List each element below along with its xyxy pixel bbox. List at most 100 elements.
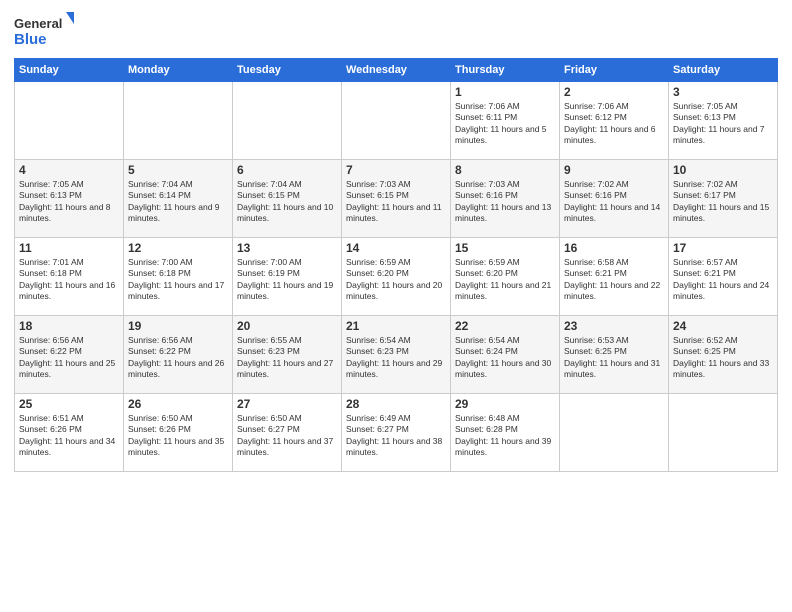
day-info: Sunrise: 6:48 AM Sunset: 6:28 PM Dayligh…: [455, 413, 555, 459]
table-cell: [560, 394, 669, 472]
table-cell: 7 Sunrise: 7:03 AM Sunset: 6:15 PM Daylig…: [342, 160, 451, 238]
logo: General Blue: [14, 10, 74, 50]
day-number: 11: [19, 241, 119, 255]
table-cell: 23 Sunrise: 6:53 AM Sunset: 6:25 PM Dayli…: [560, 316, 669, 394]
table-cell: 28 Sunrise: 6:49 AM Sunset: 6:27 PM Dayli…: [342, 394, 451, 472]
table-cell: [669, 394, 778, 472]
table-cell: 17Sunrise: 6:57 AM Sunset: 6:21 PM Dayli…: [669, 238, 778, 316]
day-info: Sunrise: 7:04 AM Sunset: 6:14 PM Dayligh…: [128, 179, 228, 225]
header-friday: Friday: [560, 59, 669, 82]
table-cell: 27 Sunrise: 6:50 AM Sunset: 6:27 PM Dayli…: [233, 394, 342, 472]
table-cell: [233, 82, 342, 160]
table-cell: 12 Sunrise: 7:00 AM Sunset: 6:18 PM Dayli…: [124, 238, 233, 316]
day-info: Sunrise: 7:02 AM Sunset: 6:17 PM Dayligh…: [673, 179, 773, 225]
day-info: Sunrise: 6:54 AM Sunset: 6:23 PM Dayligh…: [346, 335, 446, 381]
day-number: 15: [455, 241, 555, 255]
day-number: 8: [455, 163, 555, 177]
day-number: 4: [19, 163, 119, 177]
day-info: Sunrise: 6:49 AM Sunset: 6:27 PM Dayligh…: [346, 413, 446, 459]
week-row-1: 1Sunrise: 7:06 AM Sunset: 6:11 PM Daylig…: [15, 82, 778, 160]
day-number: 27: [237, 397, 337, 411]
day-info: Sunrise: 7:04 AM Sunset: 6:15 PM Dayligh…: [237, 179, 337, 225]
day-info: Sunrise: 6:51 AM Sunset: 6:26 PM Dayligh…: [19, 413, 119, 459]
table-cell: 25 Sunrise: 6:51 AM Sunset: 6:26 PM Dayli…: [15, 394, 124, 472]
svg-text:Blue: Blue: [14, 31, 47, 48]
day-number: 29: [455, 397, 555, 411]
header-thursday: Thursday: [451, 59, 560, 82]
table-cell: [124, 82, 233, 160]
day-number: 26: [128, 397, 228, 411]
day-info: Sunrise: 7:03 AM Sunset: 6:15 PM Dayligh…: [346, 179, 446, 225]
table-cell: 9Sunrise: 7:02 AM Sunset: 6:16 PM Daylig…: [560, 160, 669, 238]
day-info: Sunrise: 6:50 AM Sunset: 6:27 PM Dayligh…: [237, 413, 337, 459]
table-cell: 16 Sunrise: 6:58 AM Sunset: 6:21 PM Dayli…: [560, 238, 669, 316]
header-saturday: Saturday: [669, 59, 778, 82]
day-info: Sunrise: 7:03 AM Sunset: 6:16 PM Dayligh…: [455, 179, 555, 225]
table-cell: 3Sunrise: 7:05 AM Sunset: 6:13 PM Daylig…: [669, 82, 778, 160]
day-info: Sunrise: 6:53 AM Sunset: 6:25 PM Dayligh…: [564, 335, 664, 381]
day-number: 7: [346, 163, 446, 177]
table-cell: 4 Sunrise: 7:05 AM Sunset: 6:13 PM Daylig…: [15, 160, 124, 238]
day-number: 6: [237, 163, 337, 177]
day-info: Sunrise: 6:50 AM Sunset: 6:26 PM Dayligh…: [128, 413, 228, 459]
day-number: 20: [237, 319, 337, 333]
day-number: 3: [673, 85, 773, 99]
table-cell: 19 Sunrise: 6:56 AM Sunset: 6:22 PM Dayli…: [124, 316, 233, 394]
day-info: Sunrise: 6:56 AM Sunset: 6:22 PM Dayligh…: [19, 335, 119, 381]
day-number: 18: [19, 319, 119, 333]
day-info: Sunrise: 6:59 AM Sunset: 6:20 PM Dayligh…: [455, 257, 555, 303]
day-info: Sunrise: 7:01 AM Sunset: 6:18 PM Dayligh…: [19, 257, 119, 303]
calendar-table: SundayMondayTuesdayWednesdayThursdayFrid…: [14, 58, 778, 472]
table-cell: 29 Sunrise: 6:48 AM Sunset: 6:28 PM Dayli…: [451, 394, 560, 472]
header-sunday: Sunday: [15, 59, 124, 82]
day-number: 22: [455, 319, 555, 333]
day-info: Sunrise: 7:05 AM Sunset: 6:13 PM Dayligh…: [19, 179, 119, 225]
table-cell: 26 Sunrise: 6:50 AM Sunset: 6:26 PM Dayli…: [124, 394, 233, 472]
week-row-2: 4 Sunrise: 7:05 AM Sunset: 6:13 PM Daylig…: [15, 160, 778, 238]
table-cell: [342, 82, 451, 160]
day-number: 2: [564, 85, 664, 99]
day-info: Sunrise: 6:55 AM Sunset: 6:23 PM Dayligh…: [237, 335, 337, 381]
day-number: 23: [564, 319, 664, 333]
day-number: 10: [673, 163, 773, 177]
table-cell: 1Sunrise: 7:06 AM Sunset: 6:11 PM Daylig…: [451, 82, 560, 160]
table-cell: 10 Sunrise: 7:02 AM Sunset: 6:17 PM Dayli…: [669, 160, 778, 238]
table-cell: 8 Sunrise: 7:03 AM Sunset: 6:16 PM Daylig…: [451, 160, 560, 238]
svg-text:General: General: [14, 16, 62, 31]
day-number: 28: [346, 397, 446, 411]
day-number: 19: [128, 319, 228, 333]
table-cell: 21 Sunrise: 6:54 AM Sunset: 6:23 PM Dayli…: [342, 316, 451, 394]
header-monday: Monday: [124, 59, 233, 82]
calendar-header-row: SundayMondayTuesdayWednesdayThursdayFrid…: [15, 59, 778, 82]
week-row-5: 25 Sunrise: 6:51 AM Sunset: 6:26 PM Dayli…: [15, 394, 778, 472]
day-info: Sunrise: 6:59 AM Sunset: 6:20 PM Dayligh…: [346, 257, 446, 303]
day-info: Sunrise: 6:58 AM Sunset: 6:21 PM Dayligh…: [564, 257, 664, 303]
day-number: 16: [564, 241, 664, 255]
table-cell: 13 Sunrise: 7:00 AM Sunset: 6:19 PM Dayli…: [233, 238, 342, 316]
table-cell: 2Sunrise: 7:06 AM Sunset: 6:12 PM Daylig…: [560, 82, 669, 160]
table-cell: 18 Sunrise: 6:56 AM Sunset: 6:22 PM Dayli…: [15, 316, 124, 394]
header-wednesday: Wednesday: [342, 59, 451, 82]
table-cell: 22Sunrise: 6:54 AM Sunset: 6:24 PM Dayli…: [451, 316, 560, 394]
day-number: 12: [128, 241, 228, 255]
week-row-3: 11 Sunrise: 7:01 AM Sunset: 6:18 PM Dayli…: [15, 238, 778, 316]
table-cell: 6 Sunrise: 7:04 AM Sunset: 6:15 PM Daylig…: [233, 160, 342, 238]
day-number: 21: [346, 319, 446, 333]
day-info: Sunrise: 7:00 AM Sunset: 6:19 PM Dayligh…: [237, 257, 337, 303]
day-info: Sunrise: 7:00 AM Sunset: 6:18 PM Dayligh…: [128, 257, 228, 303]
table-cell: 15 Sunrise: 6:59 AM Sunset: 6:20 PM Dayli…: [451, 238, 560, 316]
day-number: 24: [673, 319, 773, 333]
day-info: Sunrise: 6:52 AM Sunset: 6:25 PM Dayligh…: [673, 335, 773, 381]
table-cell: 24 Sunrise: 6:52 AM Sunset: 6:25 PM Dayli…: [669, 316, 778, 394]
table-cell: 14 Sunrise: 6:59 AM Sunset: 6:20 PM Dayli…: [342, 238, 451, 316]
header-tuesday: Tuesday: [233, 59, 342, 82]
week-row-4: 18 Sunrise: 6:56 AM Sunset: 6:22 PM Dayli…: [15, 316, 778, 394]
day-number: 25: [19, 397, 119, 411]
day-number: 13: [237, 241, 337, 255]
day-number: 14: [346, 241, 446, 255]
header: General Blue: [14, 10, 778, 50]
day-info: Sunrise: 7:02 AM Sunset: 6:16 PM Dayligh…: [564, 179, 664, 225]
logo-svg: General Blue: [14, 10, 74, 50]
table-cell: 20 Sunrise: 6:55 AM Sunset: 6:23 PM Dayli…: [233, 316, 342, 394]
day-info: Sunrise: 6:56 AM Sunset: 6:22 PM Dayligh…: [128, 335, 228, 381]
